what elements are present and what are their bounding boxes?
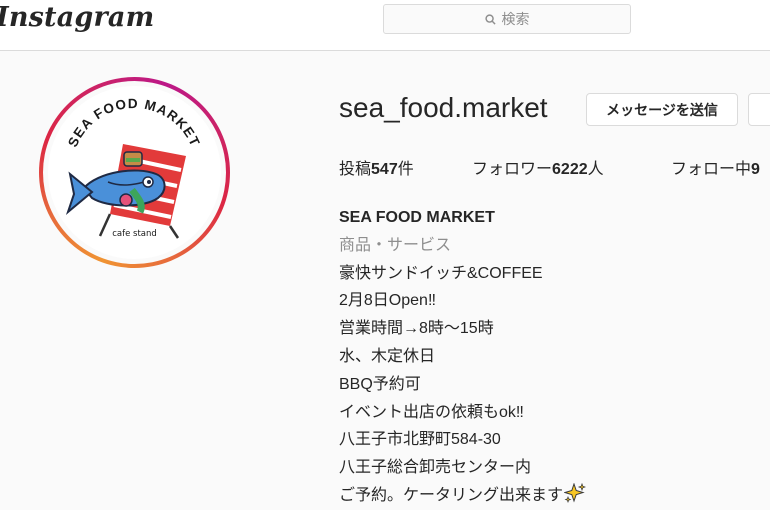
followers-link[interactable]: フォロワー6222人 <box>472 155 604 179</box>
seafood-market-logo: SEA FOOD MARKET cafe stand <box>65 96 203 239</box>
sparkles-icon <box>564 482 587 503</box>
bio-line: BBQ予約可 <box>339 375 421 393</box>
profile-avatar[interactable]: SEA FOOD MARKET cafe stand <box>39 77 230 268</box>
logo-arc-text: SEA FOOD MARKET <box>65 96 203 149</box>
logo-sub-text: cafe stand <box>112 229 157 239</box>
avatar-logo-image: SEA FOOD MARKET cafe stand <box>48 86 221 259</box>
bio-display-name: SEA FOOD MARKET <box>339 209 495 226</box>
follow-options-button[interactable] <box>748 93 770 126</box>
send-message-button[interactable]: メッセージを送信 <box>586 93 738 126</box>
avatar-gap: SEA FOOD MARKET cafe stand <box>43 81 226 264</box>
bio-line: 水、木定休日 <box>339 347 436 365</box>
profile-username: sea_food.market <box>339 92 548 123</box>
search-placeholder: 検索 <box>501 11 530 27</box>
posts-count: 投稿547件 <box>339 161 414 178</box>
profile-bio: SEA FOOD MARKET 商品・サービス 豪快サンドイッチ&COFFEE … <box>339 204 587 510</box>
search-input[interactable]: 検索 <box>383 4 631 34</box>
bio-line-with-emoji: ご予約。ケータリング出来ます <box>339 482 587 510</box>
bio-category: 商品・サービス <box>339 236 452 254</box>
bio-line: 八王子市北野町584-30 <box>339 431 501 449</box>
bio-line: 八王子総合卸売センター内 <box>339 459 532 477</box>
bio-line: 2月8日Open‼ <box>339 292 436 310</box>
top-navigation-bar: Instagram 検索 <box>0 0 770 51</box>
instagram-logo[interactable]: Instagram <box>0 2 154 33</box>
bio-line: イベント出店の依頼もok‼ <box>339 403 524 421</box>
search-icon <box>484 13 496 25</box>
following-link[interactable]: フォロー中9 <box>671 155 760 179</box>
logo-text: Instagram <box>0 2 155 33</box>
bio-line: 豪快サンドイッチ&COFFEE <box>339 264 543 282</box>
bio-line: 営業時間→8時〜15時 <box>339 320 494 338</box>
